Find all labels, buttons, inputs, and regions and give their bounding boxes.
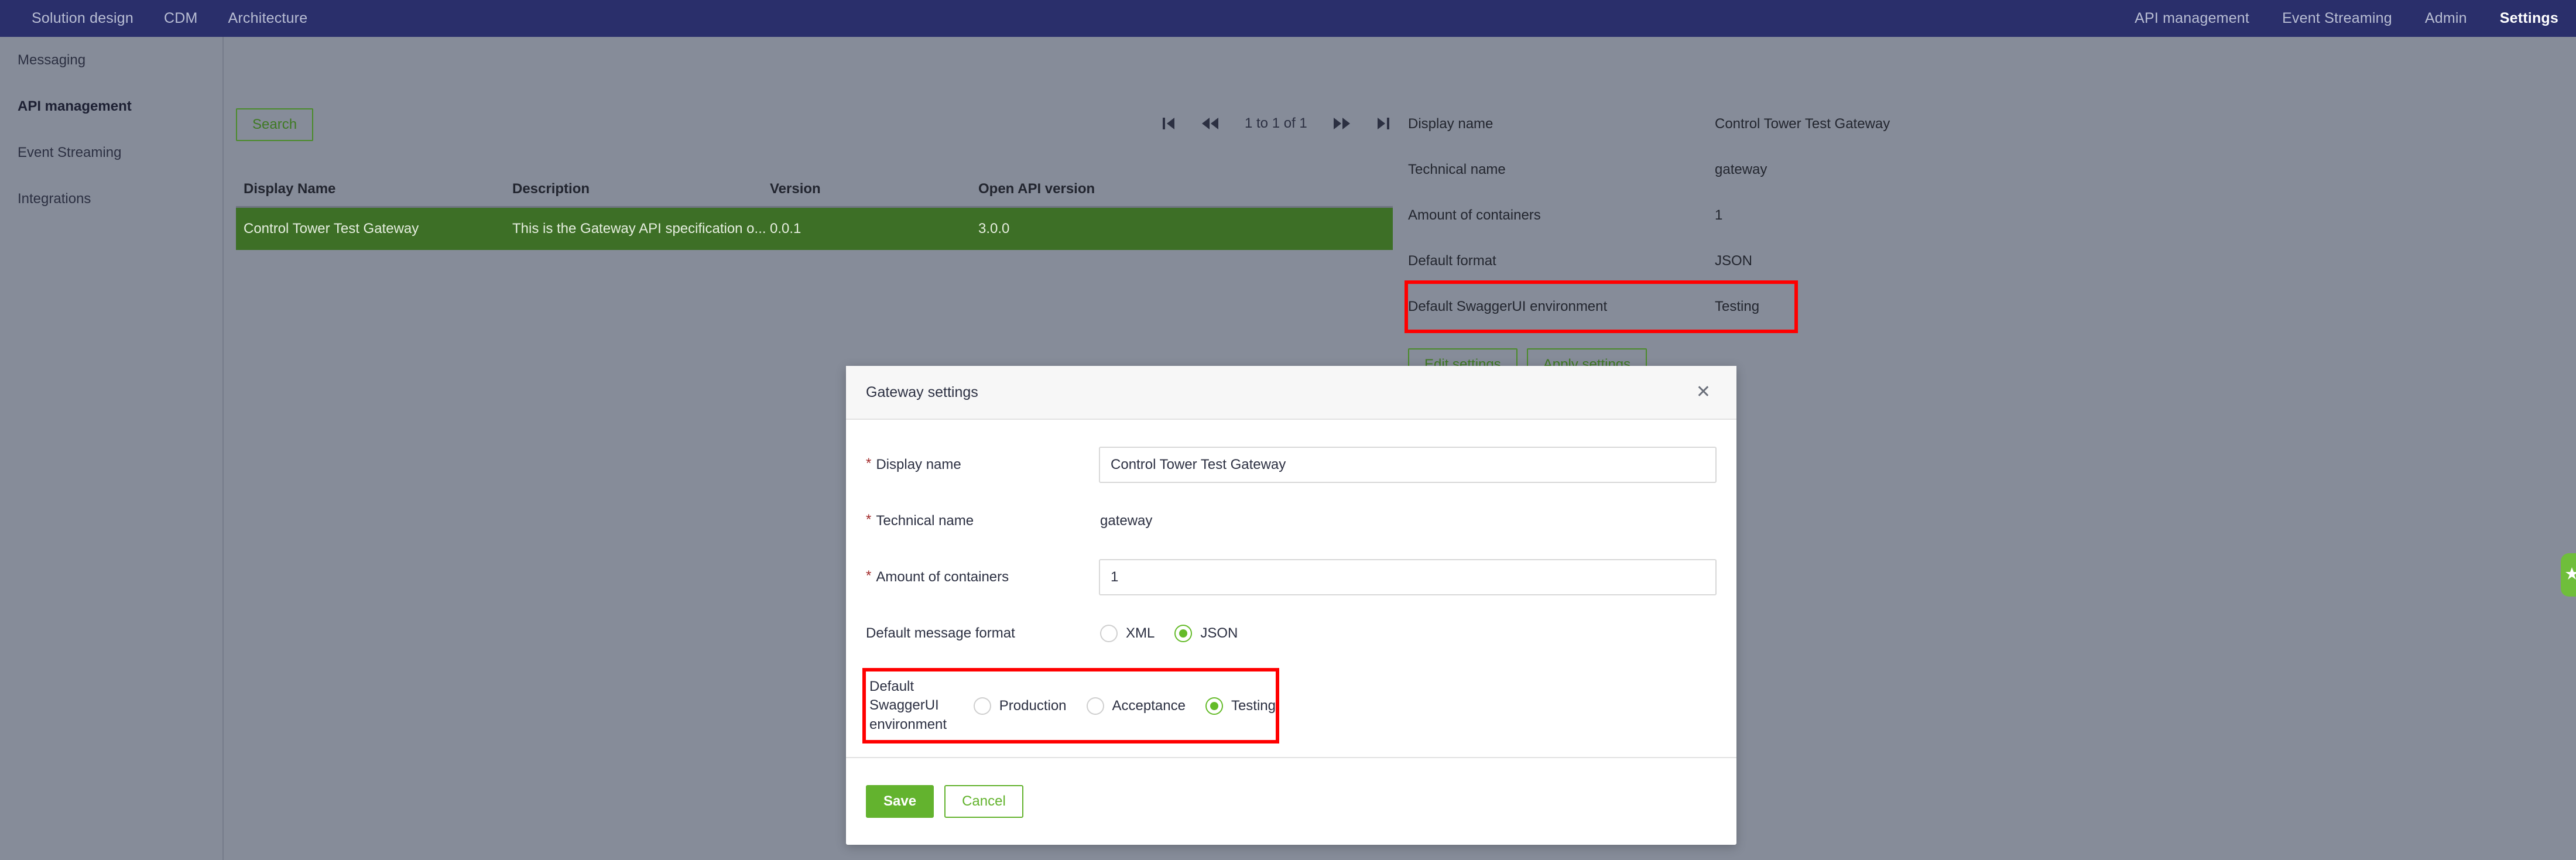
next-page-icon[interactable] — [1333, 117, 1351, 131]
detail-label-default-swaggerui-environment: Default SwaggerUI environment — [1408, 299, 1608, 314]
field-label-default-message-format: Default message format — [866, 625, 1100, 642]
sidebar: Messaging API management Event Streaming… — [0, 37, 224, 860]
first-page-icon[interactable] — [1163, 117, 1176, 131]
app-root: Solution design CDM Architecture API man… — [0, 0, 2576, 860]
default-swaggerui-environment-radio-group: Production Acceptance Testing — [973, 697, 1276, 715]
detail-label-display-name: Display name — [1408, 116, 1493, 132]
field-label-amount-of-containers: * Amount of containers — [866, 569, 1099, 585]
detail-label-default-format: Default format — [1408, 253, 1496, 269]
radio-icon-xml[interactable] — [1100, 625, 1118, 642]
topnav-item-cdm[interactable]: CDM — [149, 10, 213, 27]
dialog-body: * Display name * Technical name gateway … — [846, 420, 1736, 744]
sidebar-item-messaging[interactable]: Messaging — [0, 37, 222, 83]
detail-row-default-format: Default format JSON — [1408, 238, 2169, 284]
detail-value-technical-name: gateway — [1715, 162, 1767, 177]
field-row-technical-name: * Technical name gateway — [866, 503, 1717, 539]
sidebar-item-api-management[interactable]: API management — [0, 83, 222, 129]
column-header-version[interactable]: Version — [770, 181, 978, 197]
amount-of-containers-input[interactable] — [1099, 559, 1717, 595]
column-header-display-name[interactable]: Display Name — [236, 181, 512, 197]
field-label-text-default-message-format: Default message format — [866, 625, 1015, 641]
field-label-default-swaggerui-environment: Default SwaggerUI environment — [869, 679, 947, 732]
field-row-display-name: * Display name — [866, 447, 1717, 483]
required-marker-display-name: * — [866, 455, 872, 471]
search-button[interactable]: Search — [236, 108, 314, 141]
display-name-input[interactable] — [1099, 447, 1717, 483]
column-header-open-api-version[interactable]: Open API version — [978, 181, 1212, 197]
field-label-text-display-name: Display name — [876, 457, 961, 472]
cell-description: This is the Gateway API specification o.… — [512, 221, 766, 237]
required-marker-technical-name: * — [866, 512, 872, 527]
top-nav-right-group: API management Event Streaming Admin Set… — [2118, 10, 2576, 27]
gateway-settings-dialog: Gateway settings ✕ * Display name * Tech… — [846, 366, 1736, 845]
detail-value-amount-of-containers: 1 — [1715, 207, 1723, 223]
radio-label-production: Production — [999, 697, 1067, 714]
detail-value-display-name: Control Tower Test Gateway — [1715, 116, 1890, 132]
cell-version: 0.0.1 — [770, 221, 801, 237]
close-icon[interactable]: ✕ — [1690, 380, 1717, 405]
default-message-format-radio-group: XML JSON — [1100, 625, 1238, 642]
topnav-item-settings[interactable]: Settings — [2483, 10, 2558, 27]
field-label-technical-name: * Technical name — [866, 513, 1100, 529]
required-marker-amount-of-containers: * — [866, 568, 872, 584]
cell-open-api-version: 3.0.0 — [978, 221, 1010, 237]
topnav-item-event-streaming[interactable]: Event Streaming — [2266, 10, 2409, 27]
field-label-text-technical-name: Technical name — [876, 513, 974, 529]
column-header-description[interactable]: Description — [512, 181, 770, 197]
detail-value-default-format: JSON — [1715, 253, 1753, 269]
radio-icon-json[interactable] — [1174, 625, 1193, 642]
pagination-label: 1 to 1 of 1 — [1245, 115, 1307, 131]
field-row-default-message-format: Default message format XML JSON — [866, 615, 1717, 652]
radio-icon-testing[interactable] — [1205, 697, 1223, 715]
radio-label-json: JSON — [1200, 625, 1238, 641]
top-nav-left-group: Solution design CDM Architecture — [0, 10, 323, 27]
detail-label-technical-name: Technical name — [1408, 162, 1506, 177]
feedback-icon — [2561, 566, 2576, 584]
radio-option-testing[interactable]: Testing — [1205, 697, 1276, 715]
radio-option-acceptance[interactable]: Acceptance — [1086, 697, 1186, 715]
detail-row-default-swaggerui-environment: Default SwaggerUI environment Testing — [1405, 280, 1798, 333]
feedback-tab[interactable] — [2561, 553, 2576, 597]
dialog-footer: Save Cancel — [846, 757, 1736, 845]
detail-row-display-name: Display name Control Tower Test Gateway — [1408, 101, 2169, 147]
technical-name-value: gateway — [1100, 513, 1153, 529]
radio-icon-acceptance[interactable] — [1086, 697, 1104, 715]
gateways-table: Display Name Description Version Open AP… — [236, 172, 1393, 250]
dialog-header: Gateway settings ✕ — [846, 366, 1736, 420]
cancel-button[interactable]: Cancel — [944, 785, 1023, 818]
field-label-display-name: * Display name — [866, 457, 1099, 473]
radio-option-json[interactable]: JSON — [1174, 625, 1238, 642]
cell-display-name: Control Tower Test Gateway — [244, 221, 419, 237]
radio-icon-production[interactable] — [973, 697, 991, 715]
topnav-item-solution-design[interactable]: Solution design — [16, 10, 149, 27]
sidebar-item-event-streaming[interactable]: Event Streaming — [0, 129, 222, 176]
last-page-icon[interactable] — [1376, 117, 1389, 131]
table-row[interactable]: Control Tower Test Gateway This is the G… — [236, 208, 1393, 250]
radio-option-production[interactable]: Production — [973, 697, 1067, 715]
detail-value-default-swaggerui-environment: Testing — [1715, 299, 1760, 314]
pagination: 1 to 1 of 1 — [1163, 115, 1389, 132]
radio-option-xml[interactable]: XML — [1100, 625, 1155, 642]
detail-row-technical-name: Technical name gateway — [1408, 147, 2169, 193]
save-button[interactable]: Save — [866, 785, 934, 818]
radio-label-xml: XML — [1126, 625, 1155, 641]
detail-row-amount-of-containers: Amount of containers 1 — [1408, 193, 2169, 238]
table-header-row: Display Name Description Version Open AP… — [236, 172, 1393, 208]
topnav-item-admin[interactable]: Admin — [2409, 10, 2483, 27]
topnav-item-architecture[interactable]: Architecture — [213, 10, 323, 27]
prev-page-icon[interactable] — [1201, 117, 1219, 131]
field-row-amount-of-containers: * Amount of containers — [866, 559, 1717, 595]
top-navigation-bar: Solution design CDM Architecture API man… — [0, 0, 2576, 37]
dialog-title: Gateway settings — [866, 383, 978, 400]
gateway-detail-panel: Display name Control Tower Test Gateway … — [1405, 101, 2169, 333]
detail-label-amount-of-containers: Amount of containers — [1408, 207, 1541, 223]
field-row-default-swaggerui-environment: Default SwaggerUI environment Production… — [862, 667, 1279, 744]
topnav-item-api-management[interactable]: API management — [2118, 10, 2266, 27]
sidebar-item-integrations[interactable]: Integrations — [0, 176, 222, 222]
field-label-text-amount-of-containers: Amount of containers — [876, 569, 1009, 585]
radio-label-acceptance: Acceptance — [1112, 697, 1186, 714]
radio-label-testing: Testing — [1231, 697, 1276, 714]
